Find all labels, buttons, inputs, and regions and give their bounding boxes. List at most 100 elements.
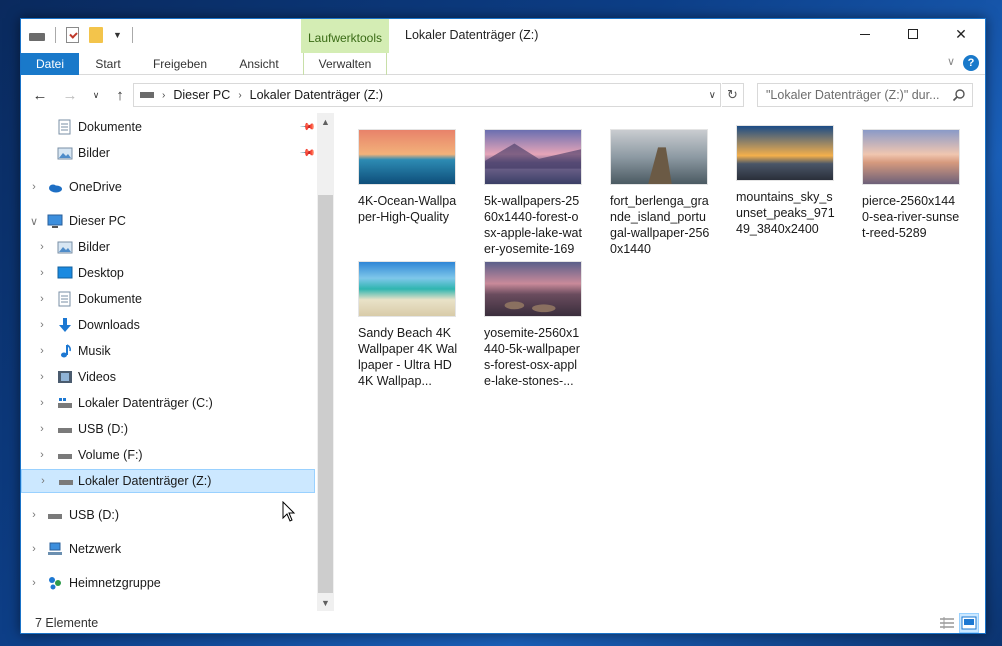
expand-ribbon-chevron-icon[interactable]: ∨	[947, 55, 955, 68]
expand-chevron-icon[interactable]: ›	[37, 345, 47, 357]
nav-item-label: USB (D:)	[78, 422, 128, 436]
arrow-up-icon: ↑	[116, 86, 124, 104]
nav-item-dokumente-quick[interactable]: Dokumente 📌	[21, 115, 316, 139]
chevron-down-icon: ∨	[92, 89, 100, 100]
properties-icon[interactable]	[66, 27, 79, 43]
documents-icon	[58, 291, 71, 307]
maximize-button[interactable]	[889, 19, 937, 49]
minimize-button[interactable]	[841, 19, 889, 49]
file-item[interactable]: pierce-2560x1440-sea-river-sunset-reed-5…	[855, 129, 965, 241]
large-icons-view-button[interactable]	[959, 613, 979, 633]
tab-ansicht[interactable]: Ansicht	[229, 53, 289, 75]
customize-toolbar-chevron-icon[interactable]: ▼	[113, 30, 122, 40]
search-icon[interactable]	[952, 88, 966, 102]
file-name: Sandy Beach 4K Wallpaper 4K Wallpaper - …	[358, 326, 458, 388]
scroll-thumb[interactable]	[318, 195, 333, 593]
nav-item-desktop[interactable]: › Desktop	[21, 261, 315, 285]
back-button[interactable]: ←	[29, 84, 51, 106]
item-count: 7 Elemente	[35, 616, 99, 630]
refresh-button[interactable]: ↻	[722, 83, 744, 107]
file-item[interactable]: mountains_sky_sunset_peaks_97149_3840x24…	[729, 125, 839, 237]
new-folder-icon[interactable]	[89, 27, 103, 43]
tab-verwalten[interactable]: Verwalten	[303, 53, 387, 75]
network-icon	[48, 542, 62, 555]
help-button[interactable]: ?	[963, 55, 979, 71]
nav-item-usb-d[interactable]: › USB (D:)	[21, 417, 315, 441]
nav-item-drive-z[interactable]: › Lokaler Datenträger (Z:)	[21, 469, 315, 493]
drive-icon	[58, 454, 72, 459]
search-input[interactable]: "Lokaler Datenträger (Z:)" dur...	[757, 83, 973, 107]
nav-item-label: Dokumente	[78, 292, 142, 306]
expand-chevron-icon[interactable]: ›	[37, 241, 47, 253]
expand-chevron-icon[interactable]: ›	[37, 397, 47, 409]
expand-chevron-icon[interactable]: ›	[29, 509, 39, 521]
maximize-icon	[908, 29, 918, 39]
collapse-chevron-icon[interactable]: ∨	[29, 215, 39, 228]
breadcrumb-this-pc[interactable]: Dieser PC	[173, 88, 230, 102]
nav-item-musik[interactable]: › Musik	[21, 339, 315, 363]
file-name: fort_berlenga_grande_island_portugal-wal…	[610, 194, 710, 256]
recent-locations-button[interactable]: ∨	[85, 84, 107, 106]
nav-item-volume-f[interactable]: › Volume (F:)	[21, 443, 315, 467]
pin-icon[interactable]: 📌	[299, 145, 316, 162]
expand-chevron-icon[interactable]: ›	[37, 449, 47, 461]
nav-item-drive-c[interactable]: › Lokaler Datenträger (C:)	[21, 391, 315, 415]
tab-start[interactable]: Start	[83, 53, 133, 75]
image-thumbnail	[484, 129, 582, 185]
mouse-cursor-icon	[282, 501, 296, 522]
nav-item-heimnetzgruppe[interactable]: › Heimnetzgruppe	[21, 571, 315, 595]
system-drive-icon	[58, 398, 72, 408]
nav-item-downloads[interactable]: › Downloads	[21, 313, 315, 337]
nav-item-label: Dieser PC	[69, 214, 126, 228]
drive-icon[interactable]	[29, 33, 45, 41]
expand-chevron-icon[interactable]: ›	[38, 475, 48, 487]
file-item[interactable]: yosemite-2560x1440-5k-wallpapers-forest-…	[477, 261, 587, 389]
pin-icon[interactable]: 📌	[299, 119, 316, 136]
tab-freigeben[interactable]: Freigeben	[145, 53, 215, 75]
expand-chevron-icon[interactable]: ›	[37, 319, 47, 331]
file-item[interactable]: fort_berlenga_grande_island_portugal-wal…	[603, 129, 713, 257]
address-dropdown-chevron-icon[interactable]: ∨	[709, 90, 716, 101]
pictures-icon	[57, 241, 73, 254]
breadcrumb-chevron-icon[interactable]: ›	[238, 90, 241, 101]
forward-button[interactable]: →	[59, 84, 81, 106]
expand-chevron-icon[interactable]: ›	[37, 371, 47, 383]
nav-item-label: Heimnetzgruppe	[69, 576, 161, 590]
image-thumbnail	[610, 129, 708, 185]
expand-chevron-icon[interactable]: ›	[29, 577, 39, 589]
nav-item-videos[interactable]: › Videos	[21, 365, 315, 389]
tab-datei[interactable]: Datei	[21, 53, 79, 75]
expand-chevron-icon[interactable]: ›	[29, 543, 39, 555]
address-bar[interactable]: › Dieser PC › Lokaler Datenträger (Z:) ∨	[133, 83, 721, 107]
scroll-down-button[interactable]: ▼	[317, 594, 334, 611]
nav-item-usb-root[interactable]: › USB (D:)	[21, 503, 315, 527]
file-name: 5k-wallpapers-2560x1440-forest-osx-apple…	[484, 194, 582, 256]
nav-item-dokumente[interactable]: › Dokumente	[21, 287, 315, 311]
close-button[interactable]: ✕	[937, 19, 985, 49]
expand-chevron-icon[interactable]: ›	[37, 267, 47, 279]
scroll-up-button[interactable]: ▲	[317, 113, 334, 130]
breadcrumb-chevron-icon[interactable]: ›	[162, 90, 165, 101]
expand-chevron-icon[interactable]: ›	[37, 293, 47, 305]
file-item[interactable]: 5k-wallpapers-2560x1440-forest-osx-apple…	[477, 129, 587, 257]
up-button[interactable]: ↑	[109, 84, 131, 106]
nav-pane-scrollbar[interactable]: ▲ ▼	[317, 113, 334, 611]
toolbar-separator	[55, 27, 56, 43]
refresh-icon: ↻	[727, 87, 738, 102]
expand-chevron-icon[interactable]: ›	[37, 423, 47, 435]
videos-icon	[58, 371, 72, 383]
nav-item-bilder-quick[interactable]: Bilder 📌	[21, 141, 316, 165]
details-view-button[interactable]	[937, 613, 957, 633]
status-bar: 7 Elemente	[21, 613, 985, 635]
file-item[interactable]: Sandy Beach 4K Wallpaper 4K Wallpaper - …	[351, 261, 461, 389]
music-icon	[61, 344, 71, 358]
expand-chevron-icon[interactable]: ›	[29, 181, 39, 193]
nav-item-onedrive[interactable]: › OneDrive	[21, 175, 315, 199]
nav-item-this-pc[interactable]: ∨ Dieser PC	[21, 209, 315, 233]
nav-item-label: Lokaler Datenträger (C:)	[78, 396, 213, 410]
nav-item-netzwerk[interactable]: › Netzwerk	[21, 537, 315, 561]
nav-item-bilder[interactable]: › Bilder	[21, 235, 315, 259]
breadcrumb-drive-z[interactable]: Lokaler Datenträger (Z:)	[250, 88, 383, 102]
nav-item-label: Bilder	[78, 146, 110, 160]
file-item[interactable]: 4K-Ocean-Wallpaper-High-Quality	[351, 129, 461, 225]
